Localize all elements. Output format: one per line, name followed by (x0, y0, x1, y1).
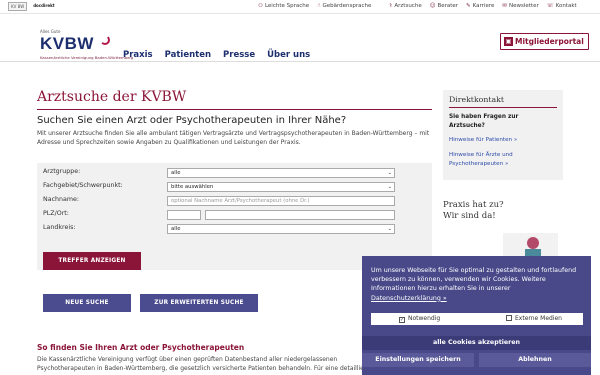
nav-praxis[interactable]: Praxis (123, 50, 153, 60)
nav-ueber-uns[interactable]: Über uns (267, 50, 310, 60)
landkreis-select[interactable]: alle ⌄ (167, 224, 395, 234)
nachname-label: Nachname: (43, 196, 80, 203)
nachname-input[interactable]: optional Nachname Arzt/Psychotherapeut (… (167, 196, 395, 206)
patient-hints-link[interactable]: Hinweise für Patienten » (449, 136, 517, 145)
cookie-option-necessary[interactable]: ✓ Notwendig (399, 315, 440, 323)
plz-input[interactable] (167, 210, 201, 220)
section-text: Die Kassenärztliche Vereinigung verfügt … (37, 356, 367, 372)
sidebar-title: Direktkontakt (449, 95, 505, 104)
promo-line-1: Praxis hat zu? (443, 200, 504, 210)
contact-icon: ☏ (546, 3, 554, 9)
save-settings-button[interactable]: Einstellungen speichern (362, 353, 474, 367)
easy-language-icon: ⚇ (258, 3, 263, 9)
cookie-options: ✓ Notwendig Externe Medien (371, 313, 583, 325)
docdirekt-logo[interactable]: docdirekt (31, 2, 57, 11)
new-search-button[interactable]: NEUE SUCHE (43, 294, 131, 312)
sign-language-icon: ☝ (317, 3, 321, 9)
nav-patienten[interactable]: Patienten (165, 50, 211, 60)
utility-links: ⚇ Leichte Sprache ☝ Gebärdensprache ⚕ Arzts… (258, 3, 577, 9)
section-heading: So finden Sie Ihren Arzt oder Psychother… (37, 343, 245, 352)
utility-bar: KV BW docdirekt ⚇ Leichte Sprache ☝ Gebärd… (0, 0, 600, 14)
utility-link-newsletter[interactable]: ✉ Newsletter (502, 3, 538, 9)
logo-swoosh-icon (100, 35, 110, 45)
kvbw-logo[interactable]: KVBW (40, 34, 94, 54)
landkreis-label: Landkreis: (43, 224, 76, 231)
utility-link-kontakt[interactable]: ☏ Kontakt (547, 3, 577, 9)
portal-icon: ▣ (504, 37, 513, 46)
doctor-search-icon: ⚕ (389, 3, 393, 9)
utility-link-arztsuche[interactable]: ⚕ Arztsuche (389, 3, 421, 9)
cookie-text: Um unsere Webseite für Sie optimal zu ge… (371, 267, 577, 302)
title-divider (37, 109, 432, 110)
member-portal-button[interactable]: ▣ Mitgliederportal (500, 33, 589, 50)
utility-link-karriere[interactable]: ✎ Karriere (466, 3, 494, 9)
brand-subtitle: Kassenärztliche Vereinigung Baden-Württe… (40, 55, 134, 60)
main-navigation: Praxis Patienten Presse Über uns (123, 50, 310, 60)
career-icon: ✎ (466, 3, 471, 9)
doctor-hints-link[interactable]: Hinweise für Ärzte und Psychotherapeuten… (449, 151, 513, 169)
main-content: Arztsuche der KVBW (37, 88, 432, 106)
arztgruppe-select[interactable]: alle ⌄ (167, 168, 395, 178)
reject-cookies-button[interactable]: Ablehnen (479, 353, 591, 367)
checkbox-checked-icon: ✓ (399, 317, 405, 323)
privacy-policy-link[interactable]: Datenschutzerklärung » (371, 295, 447, 302)
ort-input[interactable] (205, 210, 395, 220)
plz-label: PLZ/Ort: (43, 210, 69, 217)
utility-link-leichte-sprache[interactable]: ⚇ Leichte Sprache (258, 3, 309, 9)
show-results-button[interactable]: TREFFER ANZEIGEN (43, 252, 141, 270)
promo-line-2: Wir sind da! (443, 211, 496, 221)
chevron-down-icon: ⌄ (387, 226, 392, 232)
promo-box: Praxis hat zu? Wir sind da! (443, 200, 563, 263)
extended-search-button[interactable]: ZUR ERWEITERTEN SUCHE (140, 294, 258, 312)
direct-contact-box: Direktkontakt Sie haben Fragen zur Arzts… (443, 90, 563, 180)
page-subtitle: Suchen Sie einen Arzt oder Psychotherape… (37, 115, 347, 126)
utility-link-berater[interactable]: ☺ Berater (430, 3, 458, 9)
nav-presse[interactable]: Presse (223, 50, 255, 60)
consultant-icon: ☺ (429, 3, 436, 9)
arztgruppe-label: Arztgruppe: (43, 168, 81, 175)
intro-text: Mit unserer Arztsuche finden Sie alle am… (37, 130, 430, 146)
chevron-down-icon: ⌄ (387, 170, 392, 176)
accept-all-cookies-button[interactable]: alle Cookies akzeptieren (362, 336, 591, 350)
cookie-banner: Um unsere Webseite für Sie optimal zu ge… (362, 256, 591, 375)
kvbw-small-logo[interactable]: KV BW (8, 2, 28, 11)
partner-logos: KV BW docdirekt (8, 2, 57, 11)
checkbox-icon (506, 315, 512, 321)
utility-link-gebaerdensprache[interactable]: ☝ Gebärdensprache (317, 3, 371, 9)
sidebar-question: Sie haben Fragen zur Arztsuche? (449, 114, 519, 129)
fachgebiet-label: Fachgebiet/Schwerpunkt: (43, 182, 123, 189)
site-header: Alles Gute KVBW Kassenärztliche Vereinig… (0, 14, 600, 62)
chevron-down-icon: ⌄ (387, 184, 392, 190)
sidebar-divider (449, 107, 557, 108)
page-title: Arztsuche der KVBW (37, 89, 187, 105)
cookie-option-external-media[interactable]: Externe Medien (506, 315, 562, 322)
fachgebiet-select[interactable]: bitte auswählen ⌄ (167, 182, 395, 192)
newsletter-icon: ✉ (502, 3, 507, 9)
